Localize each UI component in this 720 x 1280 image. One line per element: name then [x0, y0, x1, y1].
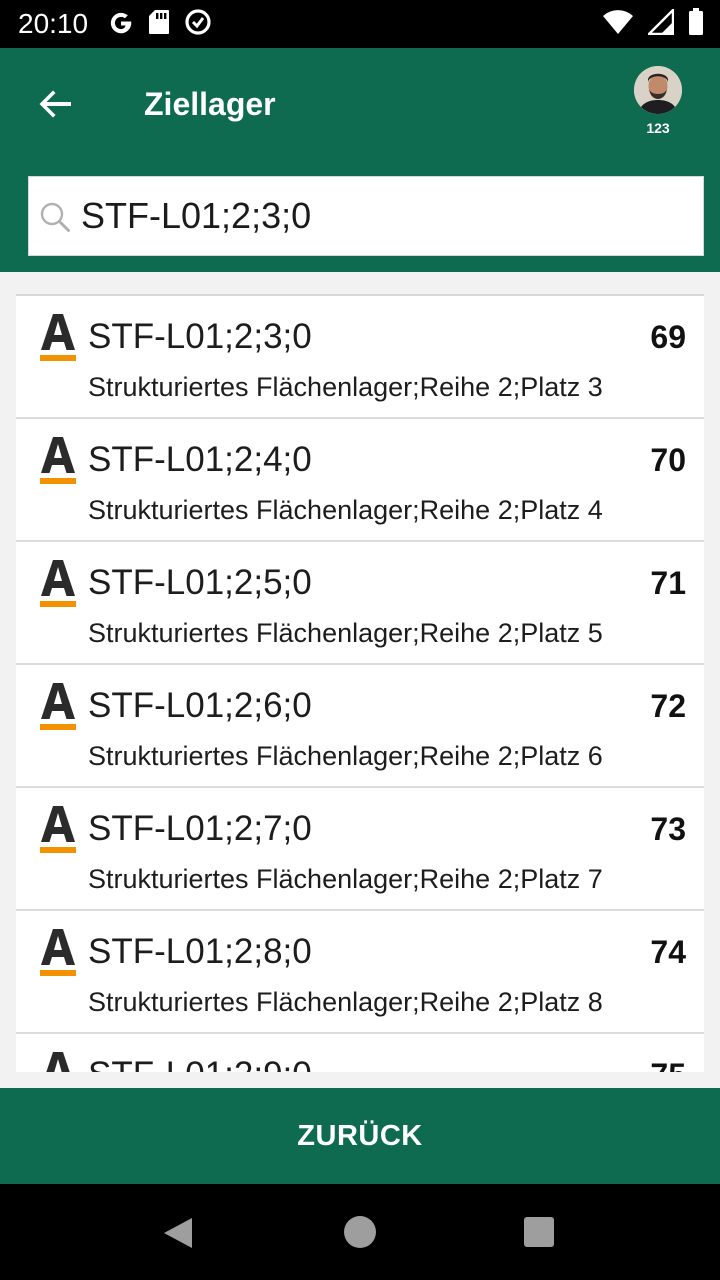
item-description: Strukturiertes Flächenlager;Reihe 2;Plat…	[88, 372, 603, 402]
item-number: 73	[650, 811, 686, 847]
item-description: Strukturiertes Flächenlager;Reihe 2;Plat…	[88, 741, 603, 771]
item-title: STF-L01;2;6;0	[88, 686, 312, 725]
item-description: Strukturiertes Flächenlager;Reihe 2;Plat…	[88, 618, 603, 648]
item-description: Strukturiertes Flächenlager;Reihe 2;Plat…	[88, 864, 603, 894]
item-description: Strukturiertes Flächenlager;Reihe 2;Plat…	[88, 495, 603, 525]
avatar-label: 123	[646, 120, 670, 136]
storage-logo-icon	[40, 929, 76, 976]
status-icons-right	[602, 8, 704, 36]
avatar[interactable]	[634, 66, 682, 114]
item-title: STF-L01;2;9;0	[88, 1054, 312, 1072]
results-list-area: STF-L01;2;3;0 69 Strukturiertes Flächenl…	[0, 272, 720, 1088]
search-input[interactable]	[81, 177, 681, 255]
item-number: 72	[650, 688, 686, 724]
storage-logo-icon	[46, 1052, 70, 1072]
signal-icon	[648, 9, 674, 35]
list-item[interactable]: STF-L01;2;3;0 69 Strukturiertes Flächenl…	[16, 296, 704, 419]
item-number: 74	[650, 934, 686, 970]
item-number: 71	[650, 565, 686, 601]
storage-logo-icon	[40, 683, 76, 730]
item-title: STF-L01;2;3;0	[88, 317, 312, 356]
system-nav-bar	[0, 1184, 720, 1280]
list-item[interactable]: STF-L01;2;7;0 73 Strukturiertes Flächenl…	[16, 788, 704, 911]
google-icon	[110, 12, 132, 34]
item-number: 69	[650, 319, 686, 355]
list-item[interactable]: STF-L01;2;5;0 71 Strukturiertes Flächenl…	[16, 542, 704, 665]
list-item[interactable]: STF-L01;2;6;0 72 Strukturiertes Flächenl…	[16, 665, 704, 788]
list-item[interactable]: STF-L01;2;8;0 74 Strukturiertes Flächenl…	[16, 911, 704, 1034]
status-time: 20:10	[18, 8, 89, 39]
sd-card-icon	[149, 10, 169, 34]
item-description: Strukturiertes Flächenlager;Reihe 2;Plat…	[88, 987, 603, 1017]
search-box[interactable]	[28, 176, 704, 256]
status-bar: 20:10	[0, 0, 720, 48]
item-number: 75	[650, 1054, 686, 1072]
page-title: Ziellager	[144, 86, 276, 122]
item-title: STF-L01;2;4;0	[88, 440, 312, 479]
storage-logo-icon	[40, 314, 76, 361]
nav-home-icon[interactable]	[344, 1216, 376, 1248]
wifi-icon	[603, 10, 633, 34]
arrow-back-icon	[39, 90, 71, 118]
storage-logo-icon	[40, 437, 76, 484]
battery-icon	[689, 8, 703, 35]
search-area	[0, 160, 720, 272]
results-list: STF-L01;2;3;0 69 Strukturiertes Flächenl…	[16, 294, 704, 1072]
storage-logo-icon	[40, 806, 76, 853]
storage-logo-icon	[40, 560, 76, 607]
data-saver-icon	[185, 9, 211, 35]
nav-back-icon[interactable]	[162, 1216, 194, 1250]
search-icon	[40, 202, 70, 232]
back-footer-label: ZURÜCK	[297, 1119, 423, 1152]
list-item[interactable]: STF-L01;2;4;0 70 Strukturiertes Flächenl…	[16, 419, 704, 542]
back-footer-button[interactable]: ZURÜCK	[0, 1088, 720, 1184]
nav-recents-icon[interactable]	[524, 1217, 554, 1247]
status-icons-left	[108, 8, 212, 36]
app-bar: Ziellager 123	[0, 48, 720, 160]
item-title: STF-L01;2;8;0	[88, 932, 312, 971]
list-item[interactable]: STF-L01;2;9;0 75	[16, 1034, 704, 1072]
back-button[interactable]	[28, 76, 84, 132]
user-photo-icon	[634, 66, 682, 114]
item-title: STF-L01;2;5;0	[88, 563, 312, 602]
item-number: 70	[650, 442, 686, 478]
item-title: STF-L01;2;7;0	[88, 809, 312, 848]
